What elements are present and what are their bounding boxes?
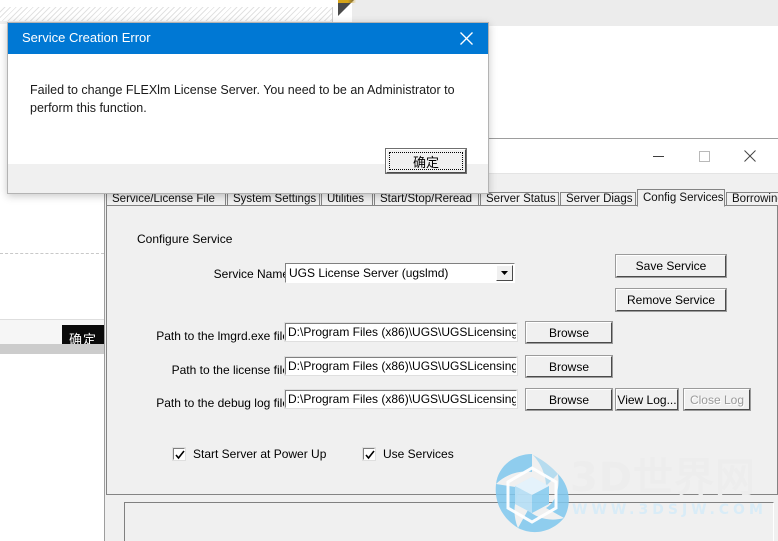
error-dialog-message: Failed to change FLEXlm License Server. … — [30, 83, 455, 115]
tab-server-diags[interactable]: Server Diags — [560, 192, 636, 206]
start-server-at-power-up-checkbox[interactable]: Start Server at Power Up — [172, 447, 327, 461]
background-window-corner-accent — [338, 0, 356, 3]
checkbox-checkmark-icon — [362, 447, 376, 461]
use-services-label: Use Services — [383, 447, 454, 461]
browse-license-button[interactable]: Browse — [525, 355, 613, 378]
background-window-titlebar-hatch — [0, 7, 333, 21]
debug-log-path-input[interactable]: D:\Program Files (x86)\UGS\UGSLicensing\… — [284, 389, 518, 409]
license-path-label: Path to the license file — [171, 363, 289, 377]
status-group — [106, 497, 778, 541]
checkbox-checkmark-icon — [172, 447, 186, 461]
lmgrd-path-input[interactable]: D:\Program Files (x86)\UGS\UGSLicensing\… — [284, 322, 518, 342]
minimize-icon[interactable] — [635, 139, 681, 173]
lmgrd-path-value: D:\Program Files (x86)\UGS\UGSLicensing\… — [288, 325, 517, 339]
close-icon[interactable] — [444, 23, 488, 54]
service-name-combobox[interactable]: UGS License Server (ugslmd) — [285, 263, 515, 283]
tab-start-stop-reread[interactable]: Start/Stop/Reread — [374, 192, 479, 206]
lmgrd-path-label: Path to the lmgrd.exe file — [156, 329, 289, 343]
lmtools-window: m Service/License File System Settings U… — [104, 138, 778, 541]
tab-system-settings[interactable]: System Settings — [227, 192, 320, 206]
status-group-inner — [124, 502, 774, 541]
browse-debug-log-button[interactable]: Browse — [525, 388, 613, 411]
tab-config-services[interactable]: Config Services — [637, 189, 725, 207]
config-services-panel: Configure Service Service Name UGS Licen… — [106, 206, 778, 495]
error-dialog-footer: 确定 — [8, 148, 488, 193]
chevron-down-icon[interactable] — [496, 265, 513, 281]
tab-service-license-file[interactable]: Service/License File — [106, 192, 226, 206]
error-dialog-titlebar: Service Creation Error — [8, 23, 488, 54]
maximize-icon[interactable] — [681, 139, 727, 173]
license-path-input[interactable]: D:\Program Files (x86)\UGS\UGSLicensing\… — [284, 356, 518, 376]
view-log-button[interactable]: View Log... — [615, 388, 679, 411]
remove-service-button[interactable]: Remove Service — [615, 288, 727, 312]
focus-ring — [389, 152, 463, 170]
tab-utilities[interactable]: Utilities — [321, 192, 373, 206]
service-name-label: Service Name — [213, 267, 289, 281]
license-path-value: D:\Program Files (x86)\UGS\UGSLicensing\… — [288, 359, 517, 373]
tab-server-status[interactable]: Server Status — [480, 192, 559, 206]
tab-borrowing[interactable]: Borrowing — [726, 192, 778, 206]
use-services-checkbox[interactable]: Use Services — [362, 447, 454, 461]
service-name-value: UGS License Server (ugslmd) — [289, 266, 449, 280]
close-icon[interactable] — [727, 139, 773, 173]
configure-service-group-label: Configure Service — [137, 232, 233, 246]
start-server-at-power-up-label: Start Server at Power Up — [193, 447, 327, 461]
debug-log-path-label: Path to the debug log file — [156, 396, 289, 410]
background-dialog-edge — [0, 344, 104, 354]
service-creation-error-dialog: Service Creation Error Failed to change … — [7, 22, 489, 194]
error-dialog-ok-button[interactable]: 确定 — [385, 148, 467, 174]
background-surface-lower-left — [0, 354, 105, 541]
debug-log-path-value: D:\Program Files (x86)\UGS\UGSLicensing\… — [288, 392, 517, 406]
close-log-button[interactable]: Close Log — [683, 388, 751, 411]
error-dialog-title: Service Creation Error — [22, 30, 151, 45]
save-service-button[interactable]: Save Service — [615, 254, 727, 278]
browse-lmgrd-button[interactable]: Browse — [525, 321, 613, 344]
background-dialog-separator — [0, 253, 104, 254]
error-dialog-body: Failed to change FLEXlm License Server. … — [8, 54, 488, 164]
